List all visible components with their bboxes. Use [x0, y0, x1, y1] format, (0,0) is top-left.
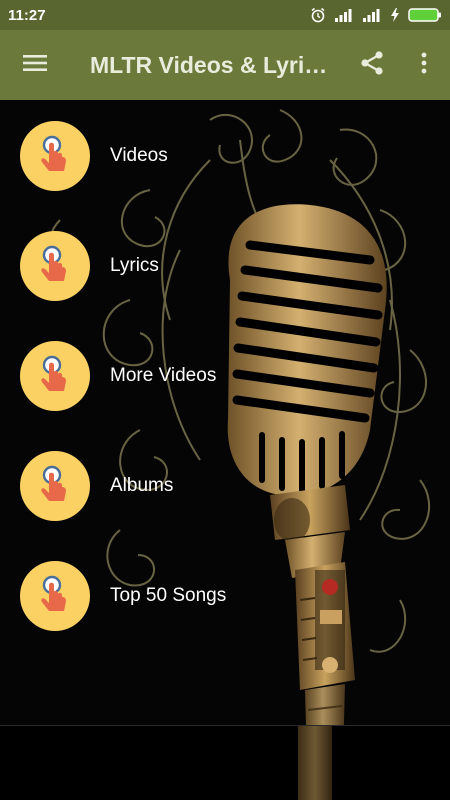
menu-item-label: More Videos [110, 365, 217, 386]
tap-finger-icon [20, 451, 90, 521]
menu-item-label: Lyrics [110, 255, 159, 276]
hamburger-menu-icon [22, 53, 48, 78]
tap-finger-icon [20, 121, 90, 191]
status-time: 11:27 [8, 6, 46, 24]
more-vert-icon [420, 51, 428, 80]
microphone-stand-image [298, 726, 332, 800]
status-icons [310, 7, 442, 23]
battery-icon [408, 7, 442, 23]
status-bar: 11:27 [0, 0, 450, 30]
signal-icon [334, 8, 354, 22]
menu-item-label: Top 50 Songs [110, 585, 227, 606]
menu-item-lyrics[interactable]: Lyrics [0, 221, 450, 311]
share-button[interactable] [346, 30, 398, 100]
navigation-menu-button[interactable] [0, 30, 70, 100]
alarm-icon [310, 7, 326, 23]
overflow-menu-button[interactable] [398, 30, 450, 100]
app-bar: MLTR Videos & Lyri… [0, 30, 450, 100]
menu-item-more-videos[interactable]: More Videos [0, 331, 450, 421]
tap-finger-icon [20, 341, 90, 411]
menu-item-label: Videos [110, 145, 168, 166]
tap-finger-icon [20, 231, 90, 301]
menu-item-label: Albums [110, 475, 174, 496]
main-content: Videos Lyrics More Videos Albums Top 50 … [0, 100, 450, 725]
app-title: MLTR Videos & Lyri… [90, 51, 328, 78]
charging-icon [390, 8, 400, 22]
signal-icon [362, 8, 382, 22]
share-icon [359, 50, 385, 81]
menu-item-top-50-songs[interactable]: Top 50 Songs [0, 551, 450, 641]
bottom-banner-area [0, 725, 450, 800]
menu-item-videos[interactable]: Videos [0, 111, 450, 201]
menu-item-albums[interactable]: Albums [0, 441, 450, 531]
tap-finger-icon [20, 561, 90, 631]
